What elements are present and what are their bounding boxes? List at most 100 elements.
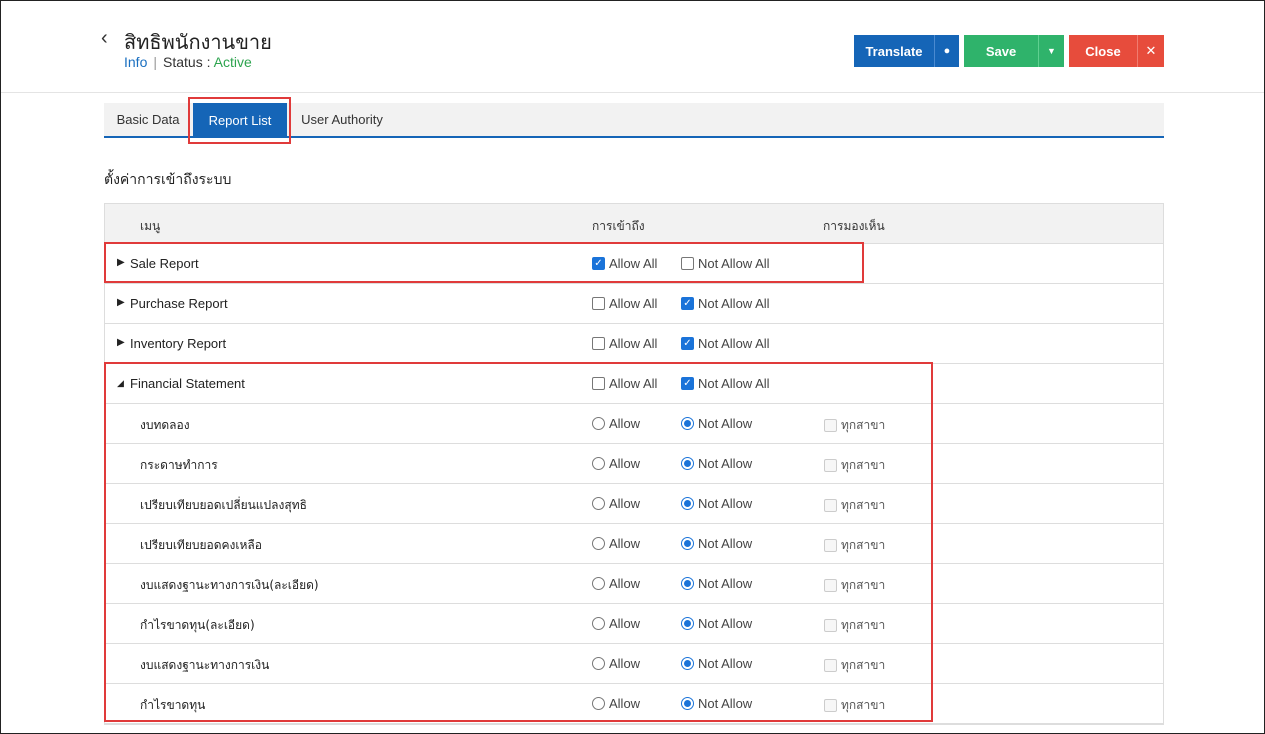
close-button[interactable]: Close bbox=[1069, 35, 1137, 67]
radio-button[interactable] bbox=[681, 617, 694, 630]
checkbox[interactable]: ✓ bbox=[681, 337, 694, 350]
checkbox[interactable] bbox=[824, 699, 837, 712]
allow-radio[interactable]: Allow bbox=[592, 456, 640, 471]
radio-button[interactable] bbox=[592, 497, 605, 510]
option-label: Not Allow All bbox=[698, 256, 770, 271]
option-label: Not Allow bbox=[698, 456, 753, 471]
option-label: Allow bbox=[609, 536, 641, 551]
radio-button[interactable] bbox=[592, 537, 605, 550]
option-label: Not Allow bbox=[698, 576, 753, 591]
not-allow-radio[interactable]: Not Allow bbox=[681, 456, 752, 471]
table-row[interactable]: ▶ Sale Report ✓ Allow All Not Allow All bbox=[105, 244, 1163, 284]
checkbox[interactable]: ✓ bbox=[681, 297, 694, 310]
not-allow-all-checkbox[interactable]: ✓ Not Allow All bbox=[681, 296, 770, 311]
allow-radio[interactable]: Allow bbox=[592, 616, 640, 631]
caret-right-icon[interactable]: ▶ bbox=[117, 337, 125, 348]
all-branches-checkbox[interactable]: ทุกสาขา bbox=[824, 416, 885, 435]
checkbox[interactable] bbox=[824, 459, 837, 472]
caret-down-icon[interactable]: ◢ bbox=[117, 378, 124, 389]
radio-button[interactable] bbox=[592, 417, 605, 430]
not-allow-radio[interactable]: Not Allow bbox=[681, 536, 752, 551]
row-label: กำไรขาดทุน(ละเอียด) bbox=[140, 618, 255, 632]
allow-radio[interactable]: Allow bbox=[592, 536, 640, 551]
not-allow-radio[interactable]: Not Allow bbox=[681, 496, 752, 511]
all-branches-checkbox[interactable]: ทุกสาขา bbox=[824, 496, 885, 515]
radio-button[interactable] bbox=[592, 617, 605, 630]
checkbox[interactable]: ✓ bbox=[681, 377, 694, 390]
option-label: Allow All bbox=[609, 296, 658, 311]
caret-right-icon[interactable]: ▶ bbox=[117, 257, 125, 268]
table-row: เปรียบเทียบยอดเปลี่ยนแปลงสุทธิ Allow Not A… bbox=[105, 484, 1163, 524]
checkbox[interactable] bbox=[824, 619, 837, 632]
radio-button[interactable] bbox=[681, 577, 694, 590]
all-branches-checkbox[interactable]: ทุกสาขา bbox=[824, 536, 885, 555]
checkbox[interactable] bbox=[824, 579, 837, 592]
tab-report-list[interactable]: Report List bbox=[193, 103, 287, 138]
tab-user-authority[interactable]: User Authority bbox=[289, 103, 395, 136]
save-dropdown-caret-icon[interactable]: ▼ bbox=[1038, 35, 1064, 67]
option-label: Not Allow bbox=[698, 656, 753, 671]
allow-radio[interactable]: Allow bbox=[592, 696, 640, 711]
table-row[interactable]: ▶ Purchase Report Allow All ✓ Not Allow All bbox=[105, 284, 1163, 324]
radio-button[interactable] bbox=[681, 497, 694, 510]
not-allow-all-checkbox[interactable]: ✓ Not Allow All bbox=[681, 376, 770, 391]
all-branches-checkbox[interactable]: ทุกสาขา bbox=[824, 696, 885, 715]
allow-all-checkbox[interactable]: Allow All bbox=[592, 336, 657, 351]
checkbox[interactable] bbox=[592, 377, 605, 390]
all-branches-checkbox[interactable]: ทุกสาขา bbox=[824, 576, 885, 595]
allow-radio[interactable]: Allow bbox=[592, 416, 640, 431]
not-allow-all-checkbox[interactable]: Not Allow All bbox=[681, 256, 770, 271]
row-label: กำไรขาดทุน bbox=[140, 698, 206, 712]
checkbox[interactable]: ✓ bbox=[592, 257, 605, 270]
checkbox[interactable] bbox=[824, 419, 837, 432]
all-branches-checkbox[interactable]: ทุกสาขา bbox=[824, 616, 885, 635]
option-label: ทุกสาขา bbox=[841, 578, 886, 592]
allow-radio[interactable]: Allow bbox=[592, 576, 640, 591]
checkbox[interactable] bbox=[592, 297, 605, 310]
allow-all-checkbox[interactable]: Allow All bbox=[592, 296, 657, 311]
checkbox[interactable] bbox=[681, 257, 694, 270]
radio-button[interactable] bbox=[681, 697, 694, 710]
option-label: Allow All bbox=[609, 256, 658, 271]
not-allow-radio[interactable]: Not Allow bbox=[681, 416, 752, 431]
tab-basic-data[interactable]: Basic Data bbox=[104, 103, 192, 136]
save-button[interactable]: Save bbox=[964, 35, 1038, 67]
radio-button[interactable] bbox=[592, 577, 605, 590]
caret-right-icon[interactable]: ▶ bbox=[117, 297, 125, 308]
globe-icon[interactable]: ● bbox=[934, 35, 959, 67]
checkbox[interactable] bbox=[824, 499, 837, 512]
status-line: Info | Status : Active bbox=[124, 54, 252, 70]
translate-button[interactable]: Translate bbox=[854, 35, 934, 67]
allow-radio[interactable]: Allow bbox=[592, 656, 640, 671]
allow-radio[interactable]: Allow bbox=[592, 496, 640, 511]
table-row[interactable]: ▶ Inventory Report Allow All ✓ Not Allow All bbox=[105, 324, 1163, 364]
back-chevron-icon[interactable]: ‹ bbox=[101, 27, 108, 50]
checkbox[interactable] bbox=[592, 337, 605, 350]
radio-button[interactable] bbox=[592, 657, 605, 670]
radio-button[interactable] bbox=[681, 537, 694, 550]
allow-all-checkbox[interactable]: Allow All bbox=[592, 376, 657, 391]
info-link[interactable]: Info bbox=[124, 54, 147, 70]
option-label: Not Allow bbox=[698, 496, 753, 511]
radio-button[interactable] bbox=[592, 697, 605, 710]
status-value: Active bbox=[213, 54, 252, 70]
not-allow-all-checkbox[interactable]: ✓ Not Allow All bbox=[681, 336, 770, 351]
allow-all-checkbox[interactable]: ✓ Allow All bbox=[592, 256, 657, 271]
radio-button[interactable] bbox=[681, 457, 694, 470]
not-allow-radio[interactable]: Not Allow bbox=[681, 696, 752, 711]
checkbox[interactable] bbox=[824, 539, 837, 552]
radio-button[interactable] bbox=[681, 417, 694, 430]
radio-button[interactable] bbox=[681, 657, 694, 670]
table-row[interactable]: ◢ Financial Statement Allow All ✓ Not Allow … bbox=[105, 364, 1163, 404]
not-allow-radio[interactable]: Not Allow bbox=[681, 656, 752, 671]
checkbox[interactable] bbox=[824, 659, 837, 672]
radio-button[interactable] bbox=[592, 457, 605, 470]
not-allow-radio[interactable]: Not Allow bbox=[681, 616, 752, 631]
option-label: Not Allow All bbox=[698, 376, 770, 391]
all-branches-checkbox[interactable]: ทุกสาขา bbox=[824, 656, 885, 675]
not-allow-radio[interactable]: Not Allow bbox=[681, 576, 752, 591]
table-row: งบแสดงฐานะทางการเงิน Allow Not Allow ทุกสาข… bbox=[105, 644, 1163, 684]
close-x-icon[interactable]: ✕ bbox=[1137, 35, 1164, 67]
all-branches-checkbox[interactable]: ทุกสาขา bbox=[824, 456, 885, 475]
option-label: Not Allow bbox=[698, 416, 753, 431]
